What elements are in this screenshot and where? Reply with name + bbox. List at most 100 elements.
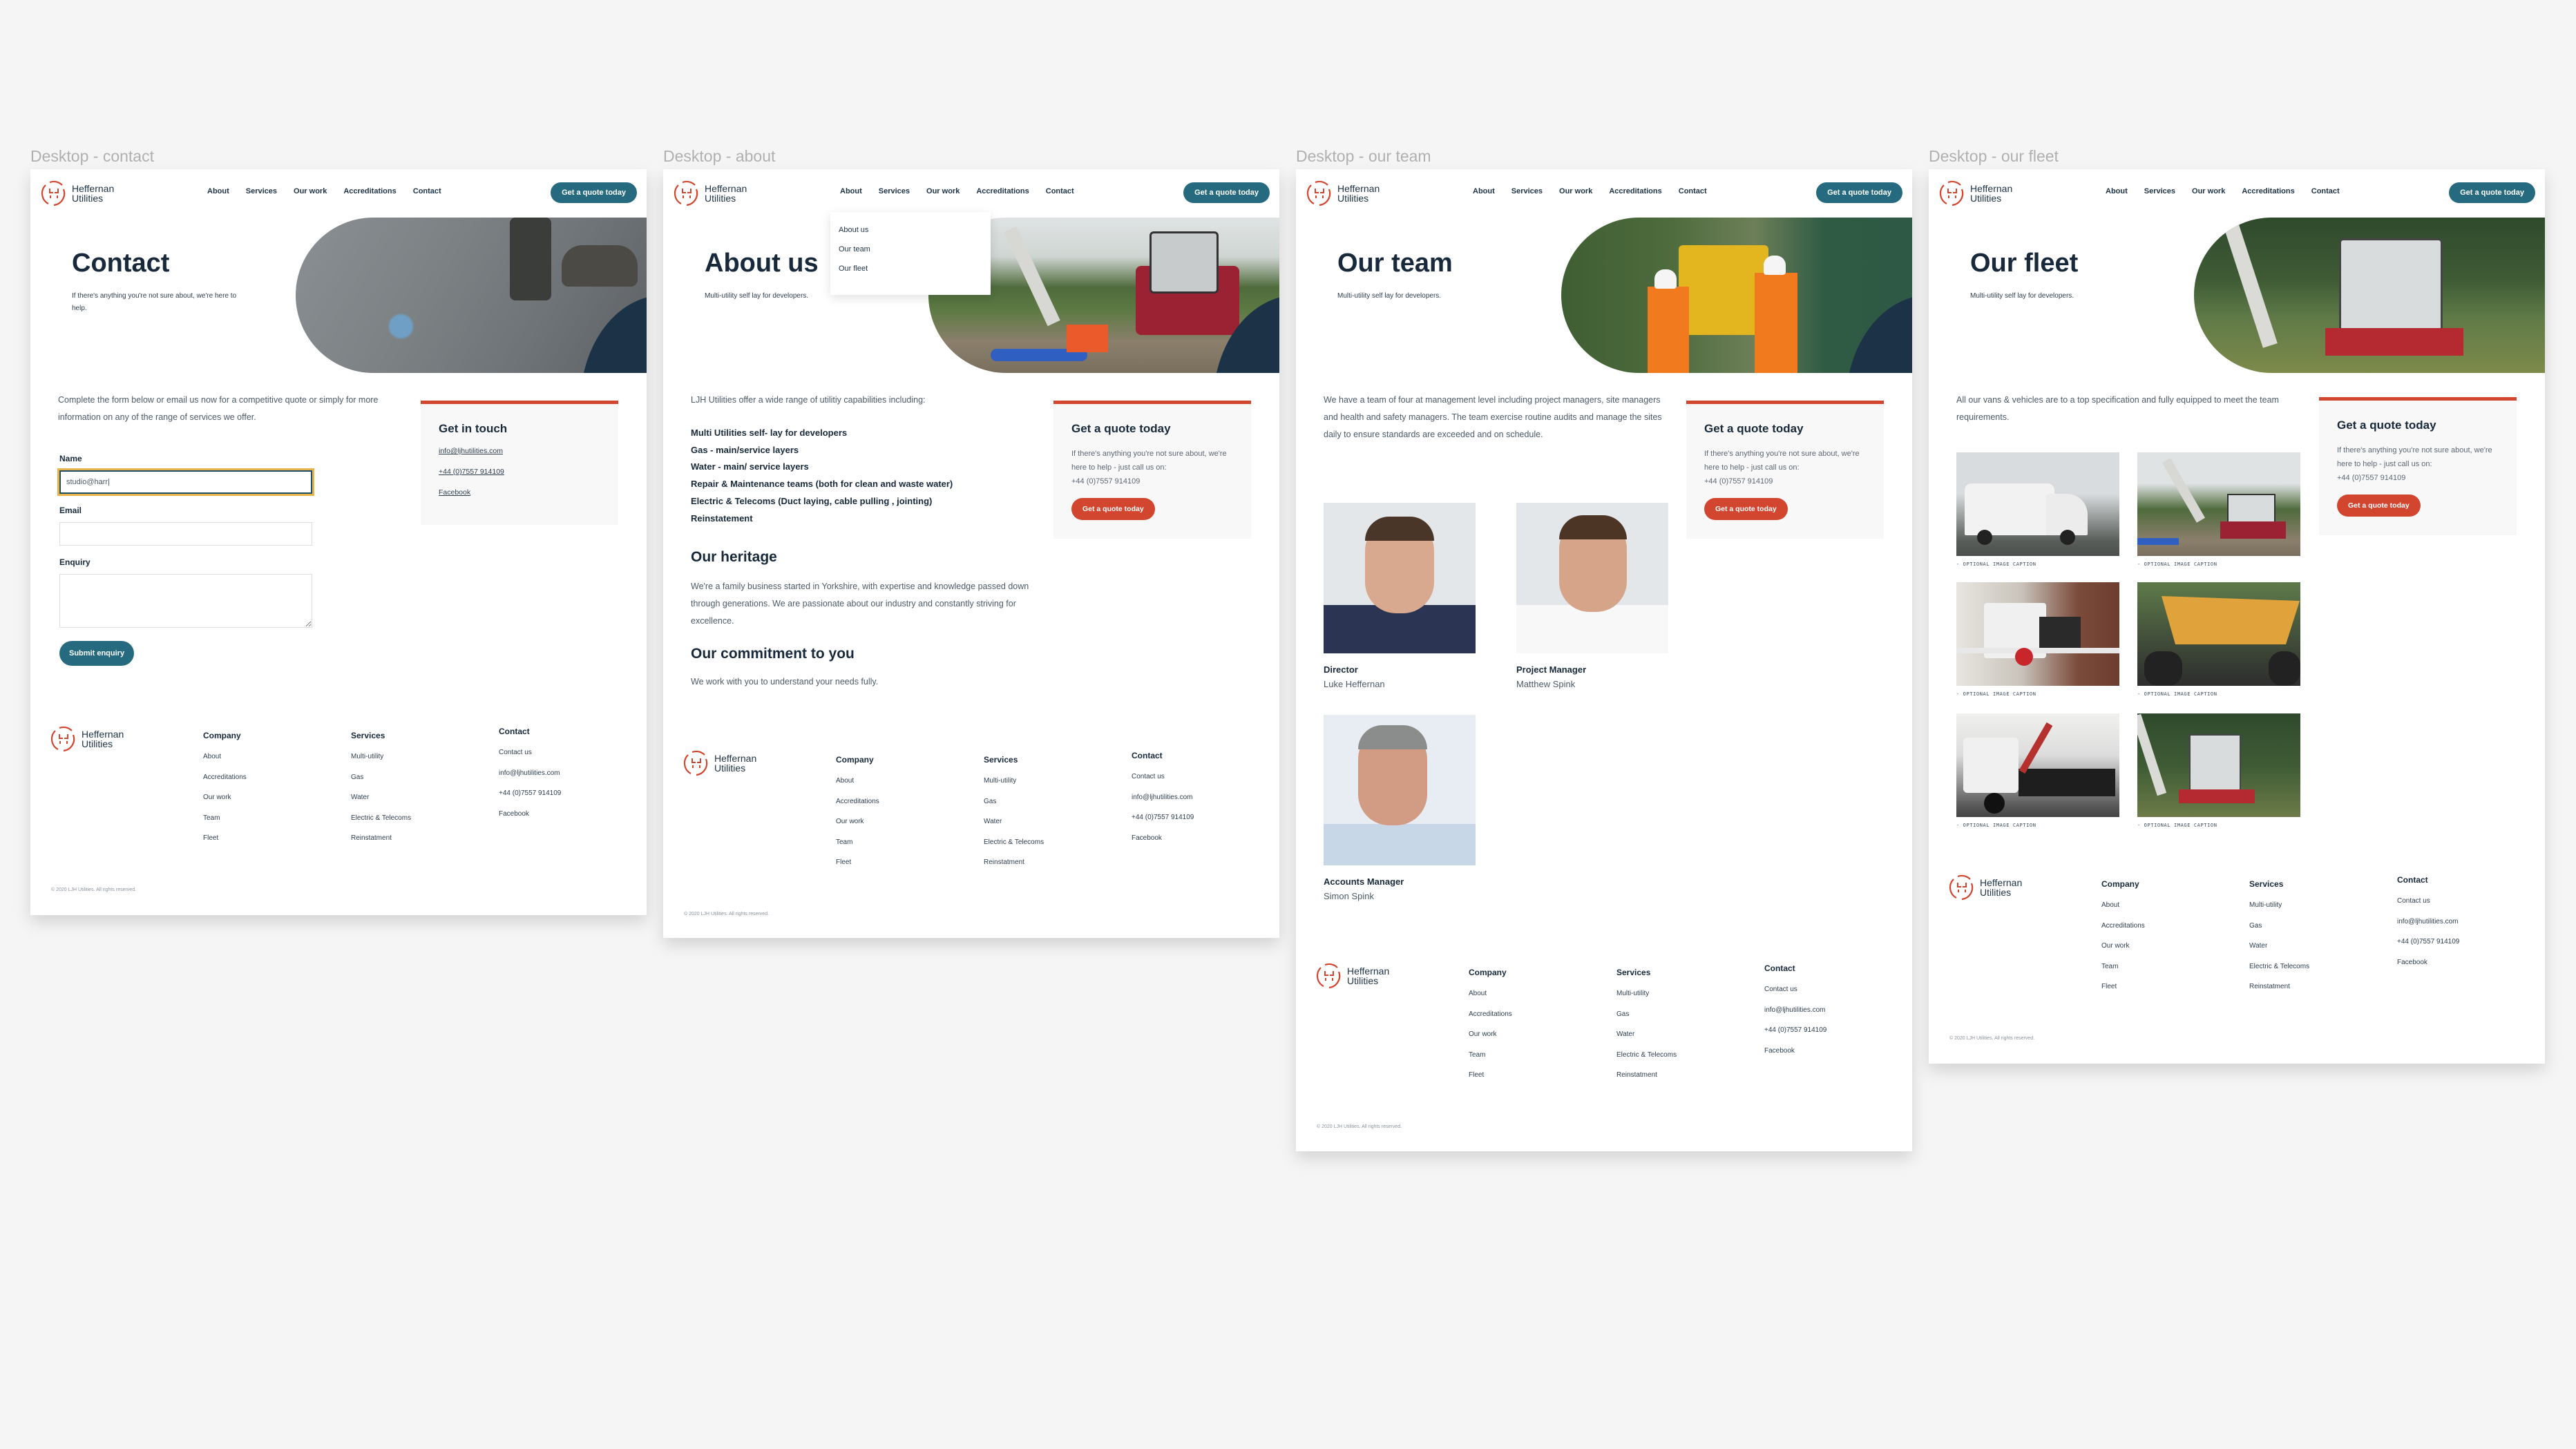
nav-services[interactable]: Services (246, 187, 277, 195)
footer-link-team[interactable]: Team (836, 838, 879, 846)
footer-logo[interactable]: Heffernan Utilities (683, 749, 756, 777)
dropdown-our-team[interactable]: Our team (839, 245, 982, 253)
get-in-touch-facebook[interactable]: Facebook (439, 488, 600, 497)
quote-card-button[interactable]: Get a quote today (2337, 495, 2421, 517)
header-quote-button[interactable]: Get a quote today (551, 182, 637, 203)
footer-link-gas[interactable]: Gas (2249, 922, 2309, 930)
footer-link-multi-utility[interactable]: Multi-utility (984, 777, 1044, 785)
nav-accreditations[interactable]: Accreditations (2242, 187, 2294, 195)
footer-link-about[interactable]: About (203, 753, 247, 760)
submit-enquiry-button[interactable]: Submit enquiry (59, 641, 135, 666)
nav-accreditations[interactable]: Accreditations (976, 187, 1029, 195)
footer-link-accreditations[interactable]: Accreditations (2101, 922, 2145, 930)
footer-link-gas[interactable]: Gas (984, 798, 1044, 805)
footer-link-water[interactable]: Water (984, 818, 1044, 825)
header-quote-button[interactable]: Get a quote today (1183, 182, 1270, 203)
footer-link-accreditations[interactable]: Accreditations (1469, 1010, 1512, 1018)
footer-link-team[interactable]: Team (2101, 963, 2145, 970)
footer-link-our-work[interactable]: Our work (1469, 1030, 1512, 1038)
footer-link-fleet[interactable]: Fleet (836, 858, 879, 866)
footer-link-water[interactable]: Water (2249, 942, 2309, 950)
nav-services[interactable]: Services (879, 187, 910, 195)
footer-link-facebook[interactable]: Facebook (1764, 1047, 1826, 1055)
footer-link-reinstatment[interactable]: Reinstatment (351, 834, 411, 842)
brand-logo[interactable]: Heffernan Utilities (40, 180, 114, 207)
footer-link-email[interactable]: info@ljhutilities.com (499, 769, 561, 777)
footer-link-accreditations[interactable]: Accreditations (203, 774, 247, 781)
footer-link-phone[interactable]: +44 (0)7557 914109 (1132, 814, 1194, 821)
nav-services[interactable]: Services (2144, 187, 2175, 195)
nav-our-work[interactable]: Our work (2192, 187, 2225, 195)
footer-link-team[interactable]: Team (1469, 1051, 1512, 1059)
get-in-touch-phone[interactable]: +44 (0)7557 914109 (439, 468, 600, 476)
footer-link-multi-utility[interactable]: Multi-utility (2249, 901, 2309, 909)
footer-link-electric-telecoms[interactable]: Electric & Telecoms (1616, 1051, 1677, 1059)
nav-about[interactable]: About (207, 187, 229, 195)
nav-our-work[interactable]: Our work (1559, 187, 1592, 195)
nav-about[interactable]: About (2106, 187, 2128, 195)
footer-link-phone[interactable]: +44 (0)7557 914109 (499, 789, 561, 797)
nav-accreditations[interactable]: Accreditations (343, 187, 396, 195)
brand-logo[interactable]: Heffernan Utilities (1306, 180, 1380, 207)
brand-logo[interactable]: Heffernan Utilities (673, 180, 747, 207)
footer-link-reinstatment[interactable]: Reinstatment (2249, 983, 2309, 990)
nav-our-work[interactable]: Our work (926, 187, 960, 195)
footer-link-email[interactable]: info@ljhutilities.com (1764, 1006, 1826, 1014)
footer-link-reinstatment[interactable]: Reinstatment (984, 858, 1044, 866)
dropdown-our-fleet[interactable]: Our fleet (839, 265, 982, 273)
footer-logo[interactable]: Heffernan Utilities (50, 725, 124, 753)
enquiry-textarea[interactable] (59, 574, 312, 628)
quote-card-button[interactable]: Get a quote today (1071, 498, 1155, 520)
footer-link-electric-telecoms[interactable]: Electric & Telecoms (984, 838, 1044, 846)
footer-link-electric-telecoms[interactable]: Electric & Telecoms (351, 814, 411, 822)
footer-link-contact-us[interactable]: Contact us (1132, 773, 1194, 780)
brand-logo[interactable]: Heffernan Utilities (1938, 180, 2012, 207)
nav-contact[interactable]: Contact (413, 187, 441, 195)
footer-link-contact-us[interactable]: Contact us (1764, 986, 1826, 993)
nav-our-work[interactable]: Our work (294, 187, 327, 195)
nav-contact[interactable]: Contact (1679, 187, 1707, 195)
footer-link-email[interactable]: info@ljhutilities.com (1132, 794, 1194, 801)
footer-link-phone[interactable]: +44 (0)7557 914109 (1764, 1026, 1826, 1034)
footer-link-electric-telecoms[interactable]: Electric & Telecoms (2249, 963, 2309, 970)
footer-link-our-work[interactable]: Our work (2101, 942, 2145, 950)
footer-link-facebook[interactable]: Facebook (2397, 959, 2459, 966)
get-in-touch-email[interactable]: info@ljhutilities.com (439, 447, 600, 455)
email-input[interactable] (59, 522, 312, 546)
footer-link-gas[interactable]: Gas (1616, 1010, 1677, 1018)
footer-link-fleet[interactable]: Fleet (203, 834, 247, 842)
nav-about[interactable]: About (1473, 187, 1495, 195)
footer-link-contact-us[interactable]: Contact us (2397, 897, 2459, 905)
dropdown-about-us[interactable]: About us (839, 226, 982, 234)
footer-link-water[interactable]: Water (1616, 1030, 1677, 1038)
nav-about[interactable]: About (840, 187, 862, 195)
nav-services[interactable]: Services (1511, 187, 1543, 195)
footer-logo[interactable]: Heffernan Utilities (1315, 962, 1389, 990)
footer-link-contact-us[interactable]: Contact us (499, 749, 561, 756)
footer-link-reinstatment[interactable]: Reinstatment (1616, 1071, 1677, 1079)
footer-link-our-work[interactable]: Our work (203, 794, 247, 801)
footer-link-gas[interactable]: Gas (351, 774, 411, 781)
nav-contact[interactable]: Contact (2311, 187, 2340, 195)
footer-link-water[interactable]: Water (351, 794, 411, 801)
footer-link-accreditations[interactable]: Accreditations (836, 798, 879, 805)
quote-card-button[interactable]: Get a quote today (1704, 498, 1788, 520)
footer-link-fleet[interactable]: Fleet (1469, 1071, 1512, 1079)
footer-link-team[interactable]: Team (203, 814, 247, 822)
footer-link-facebook[interactable]: Facebook (1132, 834, 1194, 842)
footer-link-about[interactable]: About (836, 777, 879, 785)
name-input[interactable] (57, 468, 314, 496)
header-quote-button[interactable]: Get a quote today (2449, 182, 2535, 203)
footer-link-our-work[interactable]: Our work (836, 818, 879, 825)
nav-contact[interactable]: Contact (1046, 187, 1074, 195)
footer-link-phone[interactable]: +44 (0)7557 914109 (2397, 938, 2459, 946)
nav-accreditations[interactable]: Accreditations (1609, 187, 1661, 195)
footer-link-multi-utility[interactable]: Multi-utility (1616, 990, 1677, 997)
header-quote-button[interactable]: Get a quote today (1816, 182, 1902, 203)
footer-link-email[interactable]: info@ljhutilities.com (2397, 918, 2459, 925)
footer-link-about[interactable]: About (1469, 990, 1512, 997)
footer-link-fleet[interactable]: Fleet (2101, 983, 2145, 990)
footer-link-facebook[interactable]: Facebook (499, 810, 561, 818)
footer-link-multi-utility[interactable]: Multi-utility (351, 753, 411, 760)
footer-link-about[interactable]: About (2101, 901, 2145, 909)
